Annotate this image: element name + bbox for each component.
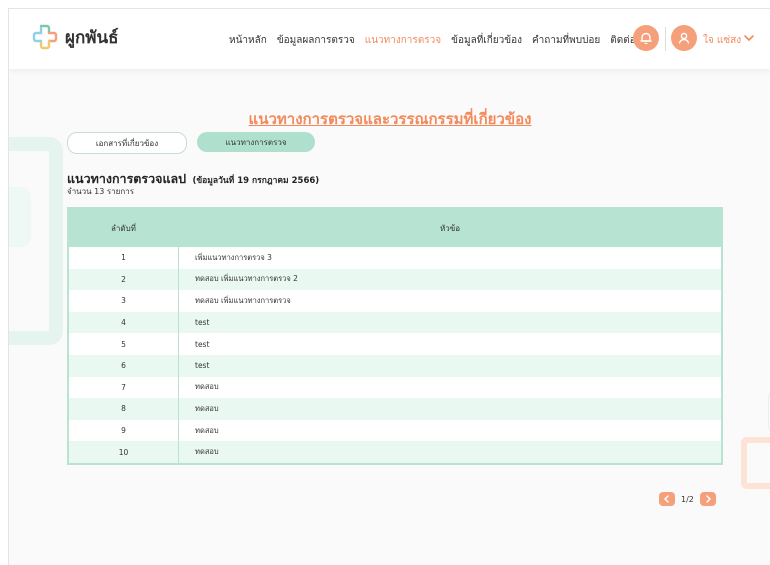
row-topic[interactable]: test: [178, 354, 722, 377]
table-row[interactable]: 10 ทดสอบ: [68, 441, 722, 464]
section-date: (ข้อมูลวันที่ 19 กรกฎาคม 2566): [192, 176, 320, 186]
user-avatar[interactable]: [671, 25, 697, 51]
header-divider: [665, 27, 666, 51]
prev-page-button[interactable]: [659, 492, 675, 506]
page-title: แนวทางการตรวจและวรรณกรรมที่เกี่ยวข้อง: [248, 110, 532, 128]
decorative-shape: [9, 187, 31, 247]
table-row[interactable]: 5 test: [68, 333, 722, 355]
user-name[interactable]: ใจ แซ่สง: [703, 33, 741, 48]
row-number: 10: [68, 441, 179, 464]
user-icon: [678, 32, 690, 44]
table-row[interactable]: 8 ทดสอบ: [68, 398, 722, 420]
row-topic[interactable]: ทดสอบ: [178, 441, 722, 464]
row-topic[interactable]: ทดสอบ เพิ่มแนวทางการตรวจ 2: [178, 268, 722, 291]
row-topic[interactable]: test: [178, 311, 722, 334]
next-page-button[interactable]: [699, 492, 716, 506]
chevron-left-icon: [664, 495, 669, 503]
row-number: 2: [68, 268, 179, 291]
app-window: ผูกพันธ์ หน้าหลัก ข้อมูลผลการตรวจ แนวทาง…: [8, 8, 770, 565]
notification-button[interactable]: [633, 25, 659, 51]
row-number: 1: [68, 247, 179, 269]
row-number: 9: [68, 419, 179, 442]
table-row[interactable]: 1 เพิ่มแนวทางการตรวจ 3: [68, 247, 722, 269]
table-row[interactable]: 7 ทดสอบ: [68, 376, 723, 399]
row-number: 7: [68, 376, 179, 399]
table-row[interactable]: 4 test: [68, 311, 722, 334]
row-number: 6: [68, 354, 179, 377]
item-count: จำนวน 13 รายการ: [67, 187, 134, 196]
row-number: 8: [68, 398, 179, 420]
row-topic[interactable]: test: [179, 333, 723, 355]
table-row[interactable]: 9 ทดสอบ: [68, 419, 723, 442]
chevron-right-icon: [706, 495, 711, 503]
nav-item-home[interactable]: หน้าหลัก: [229, 33, 267, 48]
brand-logo[interactable]: ผูกพันธ์: [31, 23, 118, 51]
table-row[interactable]: 2 ทดสอบ เพิ่มแนวทางการตรวจ 2: [68, 268, 722, 291]
table-row[interactable]: 3 ทดสอบ เพิ่มแนวทางการตรวจ: [68, 290, 722, 312]
guidelines-table: ลำดับที่ หัวข้อ 1 เพิ่มแนวทางการตรวจ 3 2ท…: [67, 207, 723, 465]
decorative-shape: [741, 437, 770, 489]
tab-related-documents[interactable]: เอกสารที่เกี่ยวข้อง: [67, 132, 187, 154]
chevron-down-icon[interactable]: [743, 32, 755, 44]
tab-guidelines[interactable]: แนวทางการตรวจ: [197, 132, 315, 152]
column-header-topic: หัวข้อ: [178, 208, 722, 247]
column-header-number: ลำดับที่: [68, 208, 179, 247]
nav-item-guidelines[interactable]: แนวทางการตรวจ: [365, 33, 441, 48]
section-title: แนวทางการตรวจแลป: [67, 171, 187, 186]
row-topic[interactable]: เพิ่มแนวทางการตรวจ 3: [179, 247, 723, 269]
row-topic[interactable]: ทดสอบ: [179, 420, 723, 442]
row-topic[interactable]: ทดสอบ เพิ่มแนวทางการตรวจ: [179, 290, 723, 312]
nav-item-related-info[interactable]: ข้อมูลที่เกี่ยวข้อง: [451, 33, 522, 48]
row-number: 3: [68, 290, 179, 312]
row-topic[interactable]: ทดสอบ: [178, 398, 722, 420]
pagination: 1/2: [659, 492, 716, 506]
table-header-row: ลำดับที่ หัวข้อ: [68, 208, 722, 247]
nav-item-faq[interactable]: คำถามที่พบบ่อย: [532, 33, 600, 48]
page-indicator: 1/2: [681, 494, 694, 504]
row-number: 5: [68, 333, 179, 355]
main-nav: หน้าหลัก ข้อมูลผลการตรวจ แนวทางการตรวจ ข…: [229, 33, 650, 48]
plus-cross-logo-icon: [32, 24, 58, 50]
table-row[interactable]: 6 test: [68, 354, 722, 377]
row-number: 4: [68, 311, 179, 334]
bell-icon: [640, 32, 652, 45]
top-header: ผูกพันธ์ หน้าหลัก ข้อมูลผลการตรวจ แนวทาง…: [9, 9, 770, 69]
brand-name: ผูกพันธ์: [65, 27, 119, 48]
nav-item-results[interactable]: ข้อมูลผลการตรวจ: [277, 33, 355, 48]
row-topic[interactable]: ทดสอบ: [179, 377, 723, 399]
